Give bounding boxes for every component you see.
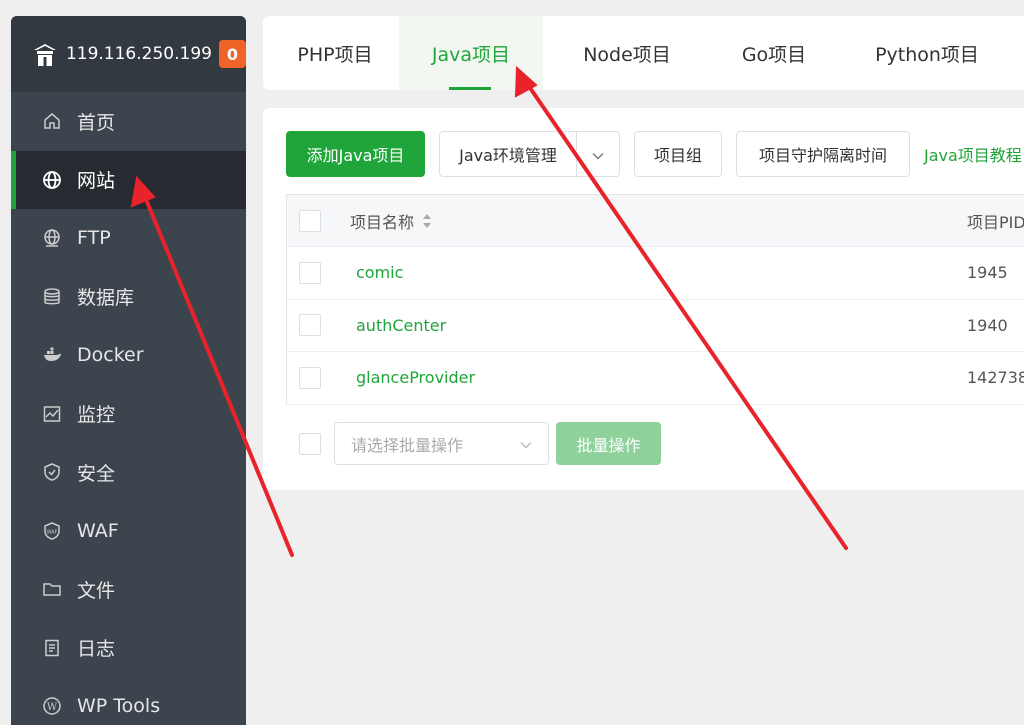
batch-action-placeholder: 请选择批量操作 bbox=[351, 435, 464, 455]
sidebar-item-label: 监控 bbox=[77, 404, 116, 427]
row-checkbox[interactable] bbox=[299, 366, 321, 389]
add-java-project-button[interactable]: 添加Java项目 bbox=[286, 131, 425, 177]
sidebar-item-logs[interactable]: 日志 bbox=[11, 619, 246, 678]
tab-python[interactable]: Python项目 bbox=[837, 16, 1017, 90]
sidebar-item-security[interactable]: 安全 bbox=[11, 443, 246, 502]
sidebar-item-home[interactable]: 首页 bbox=[11, 92, 246, 151]
table-row: comic 1945 bbox=[287, 247, 1024, 300]
tab-php[interactable]: PHP项目 bbox=[271, 16, 399, 90]
project-group-button[interactable]: 项目组 bbox=[634, 131, 722, 177]
chevron-down-icon bbox=[520, 434, 532, 453]
sidebar-item-label: FTP bbox=[77, 227, 111, 250]
project-name-link[interactable]: authCenter bbox=[356, 316, 446, 335]
table-row: glanceProvider 142738 bbox=[287, 352, 1024, 405]
sidebar-item-label: 安全 bbox=[77, 462, 116, 485]
tab-java[interactable]: Java项目 bbox=[399, 16, 543, 90]
java-env-split-button: Java环境管理 bbox=[439, 131, 620, 177]
project-name-link[interactable]: glanceProvider bbox=[356, 368, 475, 387]
table-row: authCenter 1940 bbox=[287, 300, 1024, 352]
project-pid: 1945 bbox=[967, 263, 1008, 283]
column-header-name[interactable]: 项目名称 bbox=[350, 209, 432, 233]
sidebar-item-database[interactable]: 数据库 bbox=[11, 268, 246, 327]
project-name-link[interactable]: comic bbox=[356, 263, 403, 282]
sidebar-item-label: 数据库 bbox=[77, 287, 135, 310]
sidebar-item-label: 文件 bbox=[77, 579, 116, 602]
sidebar-item-docker[interactable]: Docker bbox=[11, 326, 246, 385]
docker-icon bbox=[41, 344, 63, 366]
project-pid: 142738 bbox=[967, 368, 1024, 388]
project-tabs: PHP项目 Java项目 Node项目 Go项目 Python项目 bbox=[263, 16, 1024, 90]
shield-icon bbox=[41, 461, 63, 483]
monitor-icon bbox=[41, 403, 63, 425]
folder-icon bbox=[41, 578, 63, 600]
database-icon bbox=[41, 286, 63, 308]
chevron-down-icon bbox=[592, 145, 604, 164]
toolbar: 添加Java项目 Java环境管理 项目组 项目守护隔离时间 Java项目教程 bbox=[286, 131, 1024, 177]
batch-footer: 请选择批量操作 批量操作 bbox=[286, 422, 1024, 465]
ftp-icon bbox=[41, 227, 63, 249]
select-all-checkbox[interactable] bbox=[299, 209, 321, 232]
sidebar-item-waf[interactable]: WAF WAF bbox=[11, 502, 246, 561]
sort-icon bbox=[422, 213, 432, 229]
sidebar-item-website[interactable]: 网站 bbox=[11, 150, 246, 209]
sidebar-item-files[interactable]: 文件 bbox=[11, 560, 246, 619]
svg-text:WAF: WAF bbox=[47, 529, 58, 535]
java-env-button[interactable]: Java环境管理 bbox=[439, 131, 577, 177]
java-tutorial-link[interactable]: Java项目教程 bbox=[924, 142, 1022, 166]
row-checkbox[interactable] bbox=[299, 314, 321, 337]
server-ip: 119.116.250.199 bbox=[65, 44, 212, 64]
svg-text:W: W bbox=[47, 702, 58, 713]
sidebar-item-wp-tools[interactable]: W WP Tools bbox=[11, 677, 246, 725]
java-env-dropdown-button[interactable] bbox=[577, 131, 620, 177]
project-pid: 1940 bbox=[967, 315, 1008, 335]
sidebar-item-label: WP Tools bbox=[77, 695, 161, 718]
sidebar: 119.116.250.199 0 首页 网站 FTP 数据库 Docker 监… bbox=[11, 16, 246, 725]
sidebar-nav: 首页 网站 FTP 数据库 Docker 监控 安全 WAF WAF 文件 日志… bbox=[11, 92, 246, 725]
sidebar-item-label: 首页 bbox=[77, 111, 116, 134]
tab-go[interactable]: Go项目 bbox=[711, 16, 837, 90]
sidebar-item-label: Docker bbox=[77, 344, 144, 367]
log-icon bbox=[41, 637, 63, 659]
sidebar-item-label: 日志 bbox=[77, 638, 116, 661]
sidebar-item-label: 网站 bbox=[77, 170, 116, 193]
home-icon bbox=[41, 110, 63, 132]
guard-interval-button[interactable]: 项目守护隔离时间 bbox=[736, 131, 910, 177]
project-panel: 添加Java项目 Java环境管理 项目组 项目守护隔离时间 Java项目教程 … bbox=[263, 108, 1024, 490]
batch-action-select[interactable]: 请选择批量操作 bbox=[334, 422, 549, 465]
sidebar-item-ftp[interactable]: FTP bbox=[11, 209, 246, 268]
tab-node[interactable]: Node项目 bbox=[543, 16, 711, 90]
server-logo-icon bbox=[31, 39, 60, 69]
row-checkbox[interactable] bbox=[299, 261, 321, 284]
batch-select-all-checkbox[interactable] bbox=[299, 432, 321, 455]
batch-action-button[interactable]: 批量操作 bbox=[556, 422, 661, 465]
waf-icon: WAF bbox=[41, 520, 63, 542]
column-header-pid: 项目PID bbox=[967, 212, 1024, 232]
globe-icon bbox=[41, 169, 63, 191]
column-header-name-label: 项目名称 bbox=[350, 212, 415, 232]
project-table: 项目名称 项目PID comic 1945 authCenter 1940 gl… bbox=[286, 194, 1024, 405]
sidebar-item-label: WAF bbox=[77, 519, 119, 542]
sidebar-item-monitor[interactable]: 监控 bbox=[11, 385, 246, 444]
server-header[interactable]: 119.116.250.199 0 bbox=[11, 16, 246, 92]
table-header: 项目名称 项目PID bbox=[287, 195, 1024, 247]
alert-badge[interactable]: 0 bbox=[218, 40, 246, 68]
wordpress-icon: W bbox=[41, 695, 63, 717]
